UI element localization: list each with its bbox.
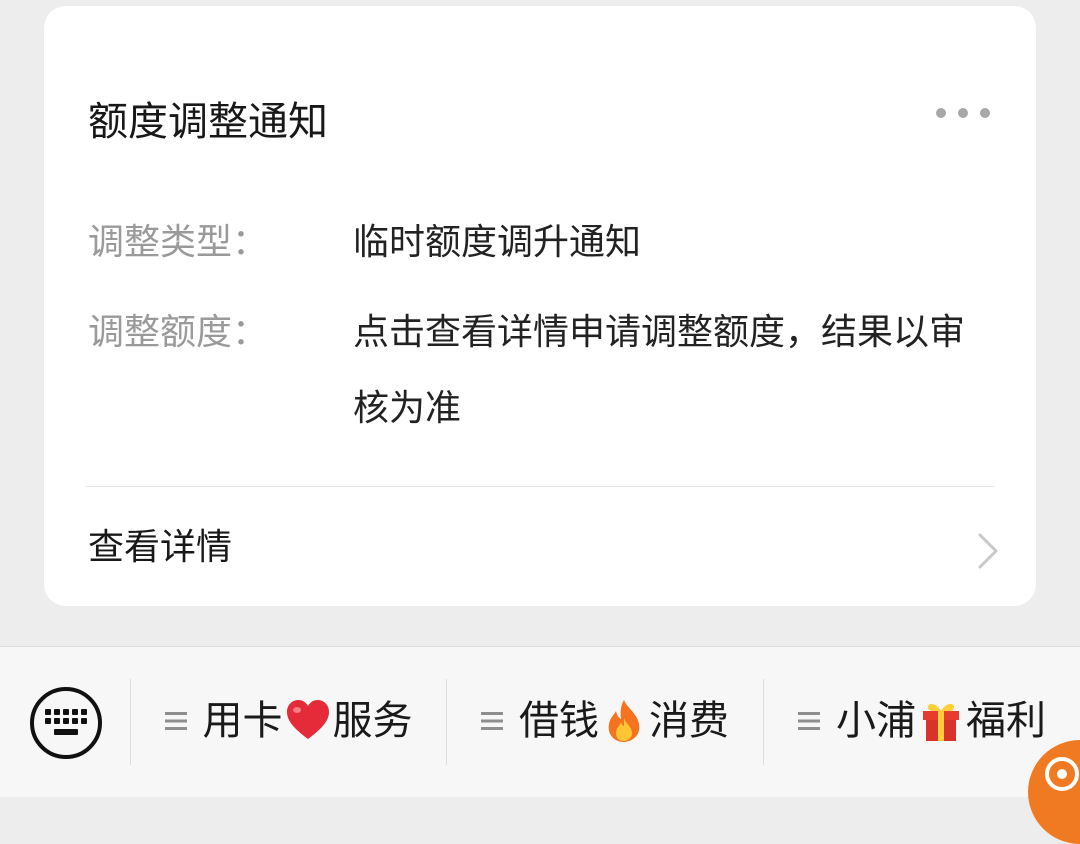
view-details-link[interactable]: 查看详情	[44, 487, 1036, 606]
view-details-label: 查看详情	[88, 527, 233, 568]
menu-borrow-spend-text-2: 消费	[649, 698, 729, 744]
adjust-type-value: 临时额度调升通知	[353, 222, 642, 263]
adjust-amount-value: 点击查看详情申请调整额度，结果以审核为准	[353, 312, 966, 429]
menu-xiaopu-welfare-button[interactable]: 小浦 福利	[764, 681, 1080, 761]
keyboard-toggle-button[interactable]	[28, 685, 104, 761]
keyboard-icon	[30, 687, 102, 759]
assistant-icon	[1045, 757, 1079, 791]
menu-lines-icon	[481, 712, 503, 730]
fire-icon	[608, 700, 640, 742]
menu-borrow-spend-button[interactable]: 借钱 消费	[447, 681, 763, 761]
adjust-type-label: 调整类型：	[88, 222, 269, 263]
card-title: 额度调整通知	[88, 99, 328, 145]
adjust-amount-label: 调整额度：	[88, 312, 269, 353]
menu-card-service-text-1: 用卡	[202, 698, 283, 744]
menu-lines-icon	[798, 712, 820, 730]
chevron-right-icon	[978, 533, 998, 569]
menu-lines-icon	[164, 712, 187, 730]
more-options-icon[interactable]	[936, 106, 990, 120]
bottom-menu-bar: 用卡 服务 借钱 消费 小浦 福利	[0, 646, 1080, 797]
menu-borrow-spend-text-1: 借钱	[519, 698, 599, 744]
menu-xiaopu-welfare-text-2: 福利	[966, 698, 1046, 744]
heart-icon	[286, 700, 329, 739]
gift-icon	[923, 703, 959, 741]
menu-card-service-button[interactable]: 用卡 服务	[131, 681, 446, 761]
menu-card-service-text-2: 服务	[332, 698, 413, 744]
notification-card: 额度调整通知 调整类型： 临时额度调升通知 调整额度： 点击查看详情申请调整额度…	[44, 6, 1036, 606]
menu-xiaopu-welfare-text-1: 小浦	[836, 698, 916, 744]
